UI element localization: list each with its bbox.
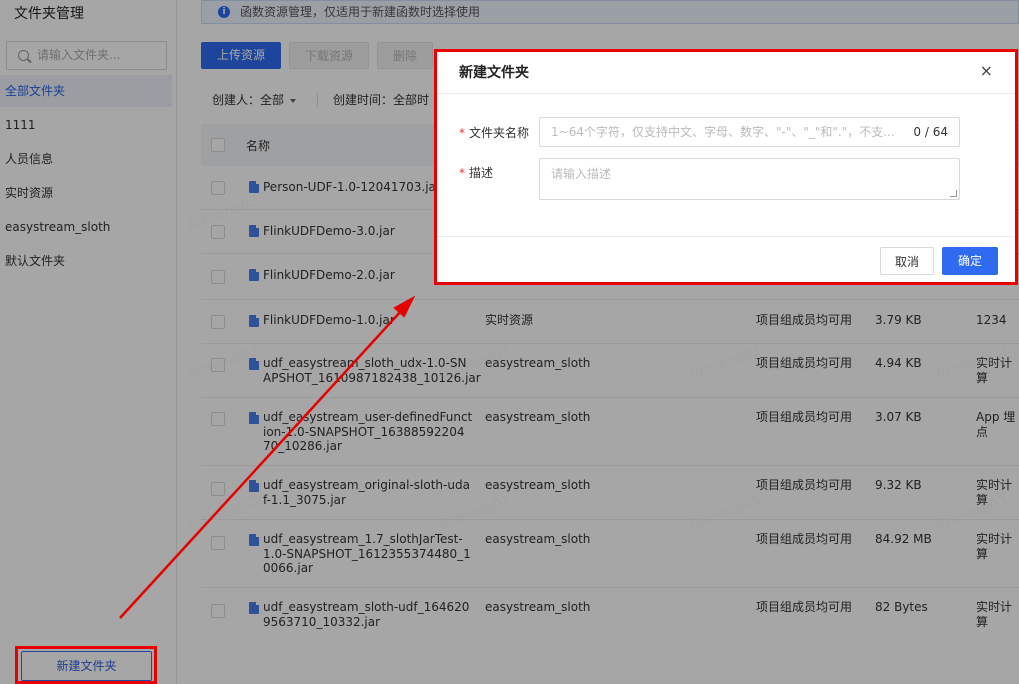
annotation-arrow-icon [119,295,416,619]
